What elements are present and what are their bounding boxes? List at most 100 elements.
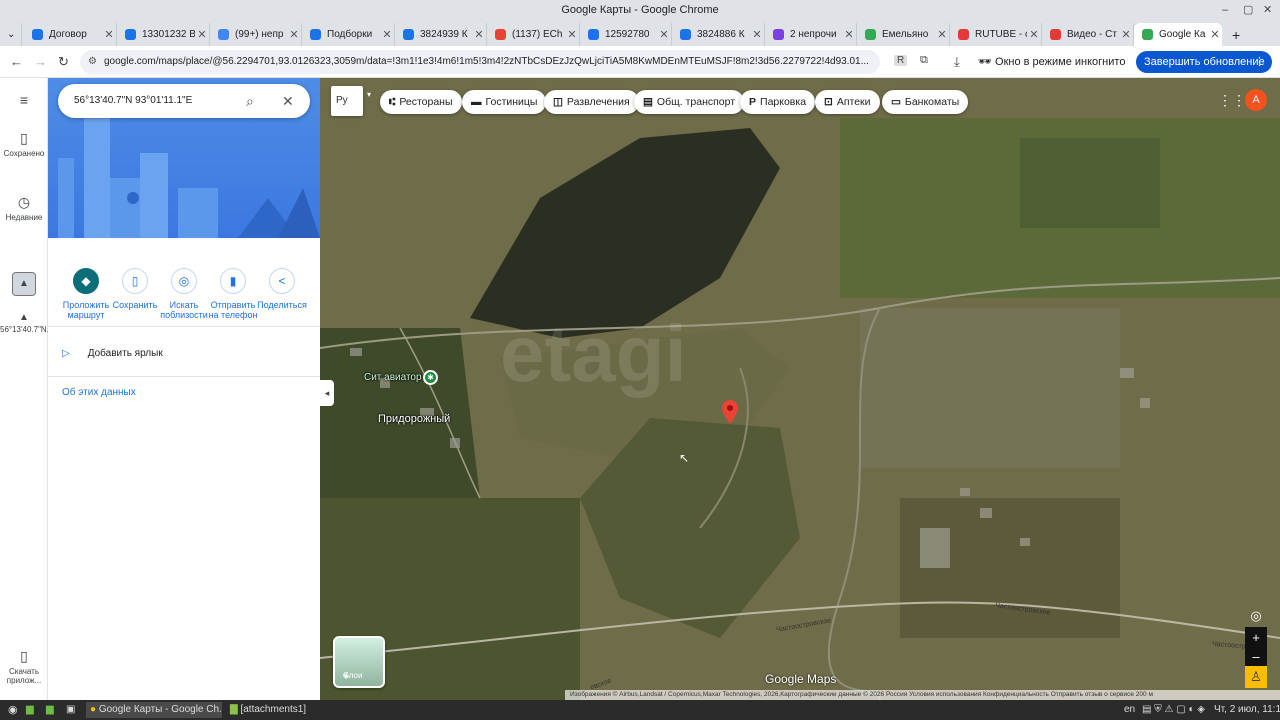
address-bar[interactable]: ⚙ google.com/maps/place/@56.2294701,93.0… — [80, 50, 880, 74]
keyboard-layout[interactable]: en — [1120, 702, 1135, 718]
action-share[interactable]: < Поделиться — [254, 268, 310, 310]
close-tab-icon[interactable]: ✕ — [1208, 28, 1222, 41]
tab-1[interactable]: 13301232 В ✕ — [117, 23, 210, 46]
close-window-icon[interactable]: ✕ — [1263, 0, 1272, 20]
action-nearby-label: Искать поблизости — [160, 300, 208, 320]
close-tab-icon[interactable]: ✕ — [102, 28, 116, 41]
tab-0[interactable]: Договор ✕ — [24, 23, 117, 46]
tab-5[interactable]: (1137) ECh ✕ — [487, 23, 580, 46]
chip-label: Гостиницы — [485, 96, 538, 108]
tab-6[interactable]: 12592780 ✕ — [580, 23, 672, 46]
tab-10[interactable]: RUTUBE - с ✕ — [950, 23, 1042, 46]
close-tab-icon[interactable]: ✕ — [1027, 28, 1041, 41]
tab-title: Емельяно — [882, 29, 929, 40]
show-desktop-icon[interactable]: ▆ — [22, 702, 38, 718]
tab-9[interactable]: Емельяно ✕ — [857, 23, 950, 46]
action-save[interactable]: ▯ Сохранить — [107, 268, 163, 310]
action-send-to-phone[interactable]: ▮ Отправить на телефон — [205, 268, 261, 320]
layers-button[interactable]: ◈ Слои — [333, 636, 385, 688]
chip-hotels[interactable]: ▬ Гостиницы — [462, 90, 547, 114]
menu-button[interactable]: ≡ — [0, 92, 48, 110]
close-tab-icon[interactable]: ✕ — [287, 28, 301, 41]
new-tab-button[interactable]: + — [1224, 23, 1244, 46]
action-nearby[interactable]: ◎ Искать поблизости — [156, 268, 212, 320]
chevron-down-icon: ⌄ — [7, 29, 16, 40]
my-location-icon[interactable]: ◎ — [1245, 605, 1267, 627]
maps-side-rail: ≡ ▯ Сохранено ◷ Недавние ▲ ▲ 56°13'40.7"N..… — [0, 78, 53, 700]
close-tab-icon[interactable]: ✕ — [380, 28, 394, 41]
incognito-indicator[interactable]: 🕶 Окно в режиме инкогнито — [978, 52, 1125, 72]
terminal-icon[interactable]: ▣ — [62, 702, 78, 718]
tab-8[interactable]: 2 непрочи ✕ — [765, 23, 857, 46]
collapse-panel-button[interactable]: ◂ — [320, 380, 334, 406]
map-attribution[interactable]: Изображения © Airbus,Landsat / Copernicu… — [565, 690, 1280, 700]
rail-current-place[interactable]: ▲ — [0, 272, 48, 296]
action-directions[interactable]: ◆ Проложить маршрут — [58, 268, 114, 320]
tray-icons[interactable]: ▤ ⛨ ⚠ ▢ ◐ ◈ — [1138, 702, 1205, 718]
zoom-out-button[interactable]: – — [1245, 646, 1267, 668]
extensions-puzzle-icon[interactable]: ⧉ — [920, 54, 928, 67]
tab-12[interactable]: Google Ка ✕ — [1134, 23, 1222, 46]
close-tab-icon[interactable]: ✕ — [935, 28, 949, 41]
rail-recent-place[interactable]: ▲ 56°13'40.7"N... — [0, 312, 53, 334]
poi-airfield-label[interactable]: Сит авиатор — [364, 372, 422, 383]
chip-atms[interactable]: ▭ Банкоматы — [882, 90, 969, 114]
rail-download-app[interactable]: ▯ Скачать прилож... — [0, 648, 48, 685]
chip-transit[interactable]: ▤ Общ. транспорт — [634, 90, 745, 114]
taskbar-app-chrome[interactable]: ● Google Карты - Google Ch... — [86, 702, 222, 718]
minimize-icon[interactable]: – — [1222, 0, 1228, 20]
chip-label: Общ. транспорт — [656, 96, 736, 108]
account-avatar[interactable]: A — [1245, 89, 1267, 111]
extension-icon[interactable]: R — [894, 55, 908, 66]
search-box[interactable]: 56°13'40.7"N 93°01'11.1"E ⌕ ✕ — [58, 84, 310, 118]
language-selector[interactable]: Ру ▾ — [331, 86, 371, 116]
apps-grid-icon[interactable]: ⋮⋮ — [1218, 92, 1246, 109]
rail-saved[interactable]: ▯ Сохранено — [0, 130, 48, 158]
close-tab-icon[interactable]: ✕ — [195, 28, 209, 41]
taskbar-app-folder[interactable]: ▇ [attachments1] — [226, 702, 336, 718]
forward-icon[interactable]: → — [34, 54, 47, 69]
clock[interactable]: Чт, 2 июл, 11:10 — [1210, 702, 1280, 718]
poi-pin-icon[interactable]: ✱ — [423, 370, 438, 385]
os-menu-icon[interactable]: ◉ — [4, 702, 20, 718]
tab-list-button[interactable]: ⌄ — [2, 23, 22, 46]
tab-favicon-icon — [403, 29, 414, 40]
tab-2[interactable]: (99+) непр ✕ — [210, 23, 302, 46]
chip-parking[interactable]: P Парковка — [740, 90, 816, 114]
chip-entertainment[interactable]: ◫ Развлечения — [544, 90, 639, 114]
search-input[interactable]: 56°13'40.7"N 93°01'11.1"E — [74, 95, 192, 106]
back-icon[interactable]: ← — [10, 54, 23, 69]
close-tab-icon[interactable]: ✕ — [1119, 28, 1133, 41]
clear-search-icon[interactable]: ✕ — [282, 84, 294, 118]
close-tab-icon[interactable]: ✕ — [842, 28, 856, 41]
about-data-link[interactable]: Об этих данных — [62, 387, 136, 398]
chip-pharmacies[interactable]: ⊡ Аптеки — [815, 90, 880, 114]
site-info-icon[interactable]: ⚙ — [88, 50, 97, 74]
rail-recent[interactable]: ◷ Недавние — [0, 194, 48, 222]
dropdown-arrow-icon: ▾ — [366, 90, 371, 99]
tab-title: 2 непрочи — [790, 29, 837, 40]
update-button[interactable]: Завершить обновление ⋮ — [1136, 51, 1272, 73]
tab-3[interactable]: Подборки ✕ — [302, 23, 395, 46]
reload-icon[interactable]: ↻ — [58, 54, 69, 70]
satellite-map[interactable]: etagi Ру ▾ ⑆ Рестораны ▬ Гостиницы ◫ Развлечен… — [320, 78, 1280, 700]
label-icon: ▷ — [62, 348, 70, 359]
tab-11[interactable]: Видео - Ст ✕ — [1042, 23, 1134, 46]
location-pin-icon[interactable] — [722, 400, 738, 424]
tab-title: Договор — [49, 29, 87, 40]
file-manager-icon[interactable]: ▆ — [42, 702, 58, 718]
village-label[interactable]: Придорожный — [378, 413, 450, 425]
close-tab-icon[interactable]: ✕ — [472, 28, 486, 41]
maximize-icon[interactable]: ▢ — [1243, 0, 1253, 20]
tab-7[interactable]: 3824886 К ✕ — [672, 23, 765, 46]
download-icon[interactable]: ⤓ — [954, 54, 960, 70]
chip-restaurants[interactable]: ⑆ Рестораны — [380, 90, 462, 114]
close-tab-icon[interactable]: ✕ — [750, 28, 764, 41]
close-tab-icon[interactable]: ✕ — [565, 28, 579, 41]
tab-4[interactable]: 3824939 К ✕ — [395, 23, 487, 46]
pegman-icon[interactable]: ♙ — [1245, 666, 1267, 688]
search-icon[interactable]: ⌕ — [246, 84, 254, 118]
minus-icon: – — [1252, 649, 1260, 664]
add-label-button[interactable]: ▷ Добавить ярлык — [62, 346, 163, 362]
close-tab-icon[interactable]: ✕ — [657, 28, 671, 41]
